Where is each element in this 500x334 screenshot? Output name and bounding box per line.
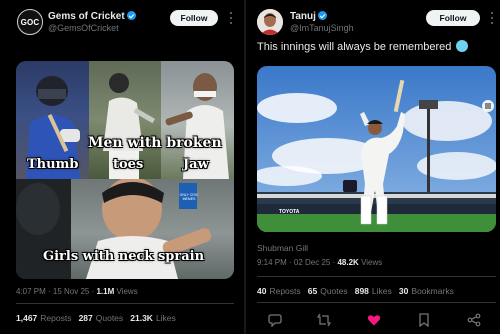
post-timestamp[interactable]: 4:07 PM · 15 Nov 25 · 1.1M Views <box>16 287 138 296</box>
more-options-icon[interactable] <box>490 12 493 24</box>
quotes-stat[interactable]: 287 Quotes <box>79 313 124 323</box>
meme-label-jaw: Jaw <box>183 157 209 172</box>
reposts-stat[interactable]: 1,467 Reposts <box>16 313 71 323</box>
meme-label-girls: Girls with neck sprain <box>43 249 205 264</box>
divider <box>257 302 496 303</box>
stadium-banner: TOYOTA <box>279 209 300 215</box>
like-icon[interactable] <box>367 313 381 327</box>
meme-label-broken: Men with broken <box>88 135 222 151</box>
author-handle[interactable]: @ImTanujSingh <box>290 23 354 33</box>
more-options-icon[interactable] <box>229 12 232 24</box>
right-tweet: Tanuj @ImTanujSingh Follow This innings … <box>246 0 500 334</box>
meme-panel-neck: ONLY CRIC MEMES <box>16 179 234 279</box>
author-name[interactable]: Tanuj <box>290 11 327 22</box>
author-handle[interactable]: @GemsOfCricket <box>48 23 119 33</box>
follow-button[interactable]: Follow <box>170 10 218 26</box>
share-icon[interactable] <box>467 313 481 327</box>
bookmarks-stat[interactable]: 30 Bookmarks <box>399 286 454 296</box>
author-avatar[interactable] <box>257 9 283 35</box>
tweet-text: This innings will always be remembered <box>257 40 469 53</box>
post-stats: 1,467 Reposts 287 Quotes 21.3K Likes <box>16 313 176 323</box>
reposts-stat[interactable]: 40 Reposts <box>257 286 301 296</box>
cricket-photo[interactable]: TOYOTA <box>257 66 496 232</box>
meme-label-thumb: Thumb <box>27 157 79 172</box>
meme-label-toes: toes <box>113 157 144 172</box>
quotes-stat[interactable]: 65 Quotes <box>308 286 348 296</box>
cold-face-emoji-icon <box>456 40 469 52</box>
divider <box>257 276 496 277</box>
bookmark-icon[interactable] <box>417 313 431 327</box>
post-stats: 40 Reposts 65 Quotes 898 Likes 30 Bookmarks <box>257 286 454 296</box>
verified-badge-icon <box>126 11 136 20</box>
left-tweet: GOC Gems of Cricket @GemsOfCricket Follo… <box>0 0 244 334</box>
repost-icon[interactable] <box>317 313 331 327</box>
verified-badge-icon <box>317 11 327 20</box>
author-name[interactable]: Gems of Cricket <box>48 11 136 22</box>
follow-button[interactable]: Follow <box>426 10 480 26</box>
meme-watermark: ONLY CRIC MEMES <box>179 193 199 201</box>
author-avatar[interactable]: GOC <box>17 9 43 35</box>
divider <box>16 303 234 304</box>
post-timestamp[interactable]: 9:14 PM · 02 Dec 25 · 48.2K Views <box>257 258 382 267</box>
meme-image[interactable]: ONLY CRIC MEMES Thumb Men with broken to… <box>16 61 234 279</box>
likes-stat[interactable]: 898 Likes <box>355 286 392 296</box>
photo-caption: Shubman Gill <box>257 243 309 253</box>
reply-icon[interactable] <box>268 313 282 327</box>
likes-stat[interactable]: 21.3K Likes <box>130 313 176 323</box>
